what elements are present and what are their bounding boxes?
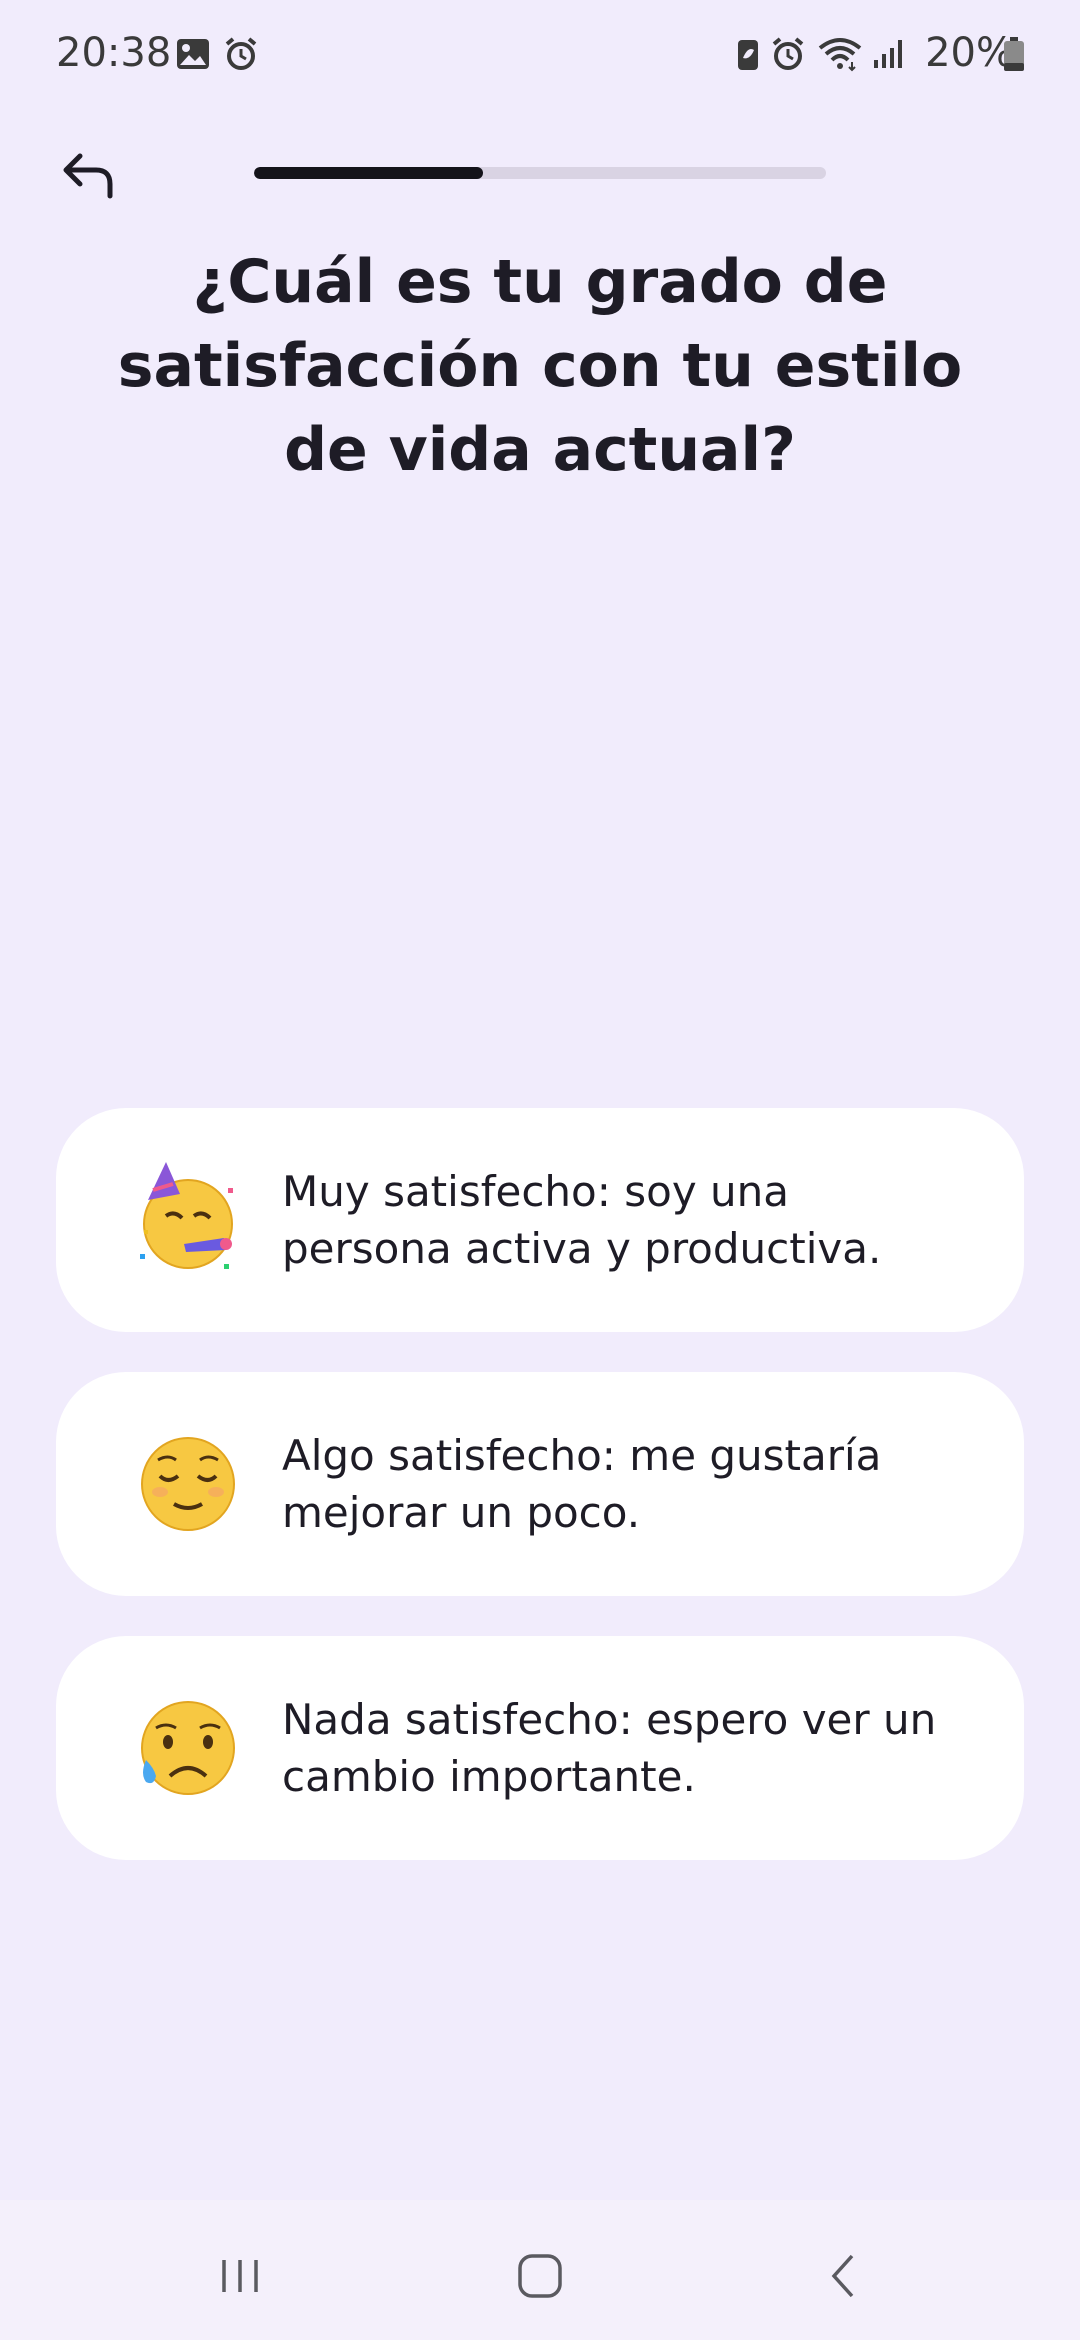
progress-bar [254, 167, 826, 179]
status-bar: 20:38 20% [0, 0, 1080, 110]
alarm-icon [223, 36, 259, 72]
back-nav-icon [831, 2254, 854, 2298]
gallery-icon [175, 36, 211, 72]
option-nada-satisfecho[interactable]: Nada satisfecho: espero ver un cambio im… [56, 1636, 1024, 1860]
relieved-face-icon [128, 1424, 248, 1544]
battery-icon [1002, 36, 1026, 72]
back-arrow-icon [63, 153, 113, 199]
back-button[interactable] [52, 140, 124, 212]
recent-apps-button[interactable] [200, 2236, 280, 2316]
wifi-icon [818, 36, 862, 72]
option-label: Nada satisfecho: espero ver un cambio im… [282, 1695, 937, 1801]
battery-percent: 20% [925, 30, 1014, 76]
signal-icon [870, 36, 906, 72]
status-time: 20:38 [56, 30, 172, 76]
system-nav-bar [0, 2200, 1080, 2340]
alarm-icon [770, 36, 806, 72]
option-label: Muy satisfecho: soy una persona activa y… [282, 1167, 882, 1273]
nav-back-button[interactable] [804, 2236, 884, 2316]
option-algo-satisfecho[interactable]: Algo satisfecho: me gustaría mejorar un … [56, 1372, 1024, 1596]
recent-apps-icon [222, 2260, 258, 2292]
home-icon [518, 2254, 562, 2298]
question-title: ¿Cuál es tu grado de satisfacción con tu… [117, 247, 963, 485]
home-button[interactable] [500, 2236, 580, 2316]
option-label: Algo satisfecho: me gustaría mejorar un … [282, 1431, 882, 1537]
progress-fill [254, 167, 483, 179]
option-muy-satisfecho[interactable]: Muy satisfecho: soy una persona activa y… [56, 1108, 1024, 1332]
battery-saver-icon [730, 36, 766, 72]
partying-face-icon [128, 1160, 248, 1280]
sad-sweat-face-icon [128, 1688, 248, 1808]
